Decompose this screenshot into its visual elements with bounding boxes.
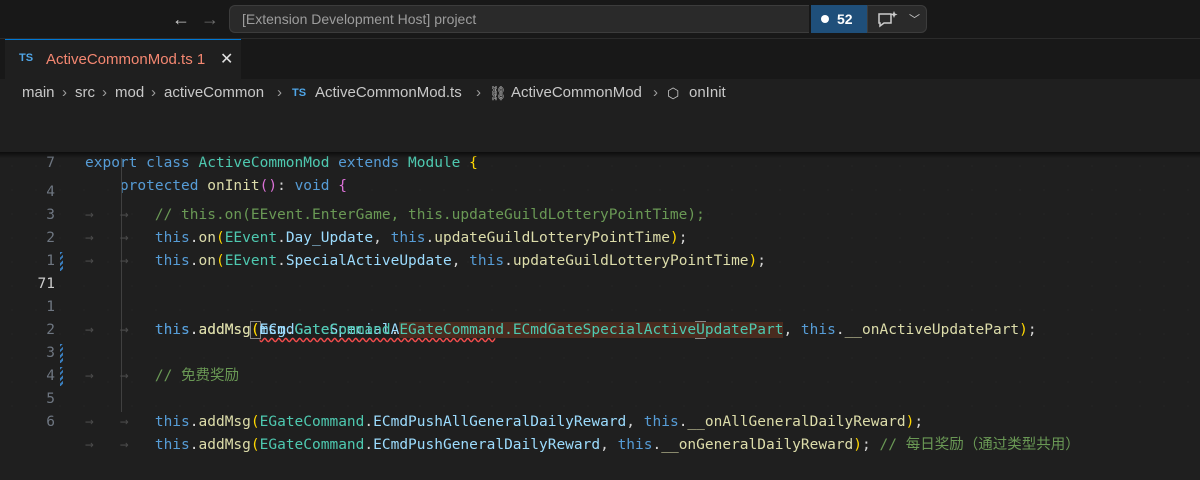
breadcrumb-item-class[interactable]: ActiveCommonMod xyxy=(511,80,642,106)
chat-sparkle-icon xyxy=(878,11,898,28)
code-line[interactable]: 2 xyxy=(0,296,1200,338)
problems-count-badge[interactable]: 52 xyxy=(811,5,867,33)
tab-bar: TS ActiveCommonMod.ts 1 ✕ xyxy=(0,39,1200,79)
chevron-right-icon: › xyxy=(653,84,658,101)
line-number: 6 xyxy=(46,414,55,430)
title-bar: ← → [Extension Development Host] project… xyxy=(0,0,1200,39)
code-line[interactable]: 6 xyxy=(0,388,1200,430)
tab-label: ActiveCommonMod.ts 1 xyxy=(46,51,205,68)
code-line[interactable]: 1 xyxy=(0,227,1200,269)
typescript-file-icon: TS xyxy=(292,87,307,99)
typescript-file-icon: TS xyxy=(19,52,34,64)
modified-line-marker xyxy=(60,344,63,363)
code-editor[interactable]: 26 export class ActiveCommonMod extends … xyxy=(0,106,1200,453)
breadcrumb-item-file[interactable]: ActiveCommonMod.ts xyxy=(315,80,462,106)
breadcrumb-item-src[interactable]: src xyxy=(75,80,95,106)
tab-filename: ActiveCommonMod.ts xyxy=(46,51,193,68)
dot-icon xyxy=(821,15,829,23)
command-center-search[interactable]: [Extension Development Host] project xyxy=(229,5,809,33)
code-line[interactable]: 5 → → this.addMsg(EGateCommand.ECmdPushG… xyxy=(0,365,1200,453)
modified-line-marker xyxy=(60,252,63,271)
code-line[interactable]: 4 → → // this.on(EEvent.EnterGame, this.… xyxy=(0,158,1200,223)
symbol-class-icon: ⛓ xyxy=(489,85,507,101)
chevron-right-icon: › xyxy=(102,84,107,101)
chevron-down-icon[interactable]: ﹀ xyxy=(909,11,920,27)
code-line[interactable]: 1 → → this.addMsg(msg.GateCommand.EGateC… xyxy=(0,273,1200,338)
tab-problem-count: 1 xyxy=(196,51,206,68)
tab-activecommonmod[interactable]: TS ActiveCommonMod.ts 1 ✕ xyxy=(5,39,241,79)
modified-line-marker xyxy=(60,367,63,386)
breadcrumb-item-main[interactable]: main xyxy=(22,80,55,106)
chat-button[interactable]: ﹀ xyxy=(867,5,927,33)
breadcrumb-item-activecommon[interactable]: activeCommon xyxy=(164,80,264,106)
code-text: → → this.addMsg(EGateCommand.ECmdPushGen… xyxy=(85,437,1080,453)
close-icon[interactable]: ✕ xyxy=(220,49,233,69)
chevron-right-icon: › xyxy=(62,84,67,101)
symbol-method-icon: ⬡ xyxy=(667,85,680,101)
sticky-line[interactable]: 26 export class ActiveCommonMod extends … xyxy=(0,106,1200,171)
sticky-line[interactable]: 7 protected onInit(): void { xyxy=(0,129,1200,194)
code-line-active[interactable]: 71 → → this.addMsg(ECmdGateSpecialActive… xyxy=(0,250,1200,339)
code-line[interactable]: 3 → → this.on(EEvent.Day_Update, this.up… xyxy=(0,181,1200,246)
arrow-left-icon[interactable]: ← xyxy=(170,8,192,30)
code-line[interactable]: 3 → → // 免费奖励 xyxy=(0,319,1200,384)
chevron-right-icon: › xyxy=(151,84,156,101)
code-line[interactable]: 4 → → this.addMsg(EGateCommand.ECmdPushA… xyxy=(0,342,1200,430)
problems-count: 52 xyxy=(837,11,853,27)
code-text: → → this.addMsg(EGateCommand.ECmdPushAll… xyxy=(85,414,924,430)
breadcrumb-item-mod[interactable]: mod xyxy=(115,80,144,106)
arrow-right-icon[interactable]: → xyxy=(199,8,221,30)
breadcrumb-item-method[interactable]: onInit xyxy=(689,80,726,106)
chevron-right-icon: › xyxy=(277,84,282,101)
command-center-label: [Extension Development Host] project xyxy=(242,11,477,27)
breadcrumb: main › src › mod › activeCommon › TS Act… xyxy=(0,80,1200,106)
chevron-right-icon: › xyxy=(476,84,481,101)
code-line[interactable]: 2 → → this.on(EEvent.SpecialActiveUpdate… xyxy=(0,204,1200,269)
